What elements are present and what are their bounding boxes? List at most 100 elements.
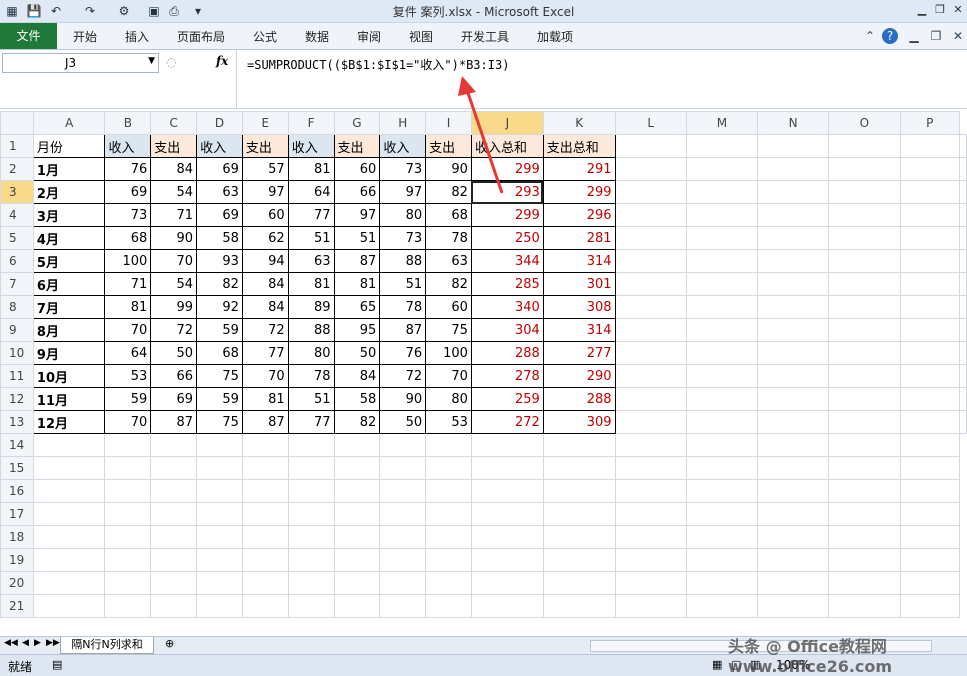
cell[interactable]: [333, 525, 381, 549]
cell[interactable]: [614, 525, 687, 549]
value-cell[interactable]: 54: [150, 180, 198, 204]
cell[interactable]: [333, 456, 381, 480]
minimize-ribbon-icon[interactable]: ⌃: [862, 28, 878, 44]
prev-sheet-icon[interactable]: ◀: [22, 638, 29, 648]
month-cell[interactable]: 9月: [32, 341, 106, 365]
cell[interactable]: [614, 479, 687, 503]
cell[interactable]: [757, 295, 830, 319]
value-cell[interactable]: 76: [379, 341, 427, 365]
cell[interactable]: [150, 548, 198, 572]
cell[interactable]: [287, 433, 335, 457]
cell[interactable]: [32, 433, 106, 457]
cell[interactable]: [287, 525, 335, 549]
tab-addins[interactable]: 加载项: [537, 28, 573, 45]
cell[interactable]: [828, 571, 901, 595]
cell[interactable]: [104, 479, 152, 503]
value-cell[interactable]: 53: [425, 410, 472, 434]
value-cell[interactable]: 82: [196, 272, 243, 296]
cell[interactable]: [241, 571, 289, 595]
value-cell[interactable]: 89: [287, 295, 335, 319]
tab-view[interactable]: 视图: [409, 28, 433, 45]
value-cell[interactable]: 58: [333, 387, 381, 411]
cell[interactable]: [757, 594, 830, 618]
cell[interactable]: [614, 387, 687, 411]
cell[interactable]: [425, 571, 472, 595]
cell[interactable]: [614, 180, 687, 204]
value-cell[interactable]: 64: [104, 341, 152, 365]
cell[interactable]: [470, 433, 544, 457]
value-cell[interactable]: 82: [425, 180, 472, 204]
column-header[interactable]: H: [379, 111, 427, 135]
value-cell[interactable]: 88: [287, 318, 335, 342]
value-cell[interactable]: 272: [470, 410, 544, 434]
cell[interactable]: [614, 364, 687, 388]
value-cell[interactable]: 59: [196, 318, 243, 342]
cell[interactable]: [614, 410, 687, 434]
column-header[interactable]: A: [32, 111, 106, 135]
value-cell[interactable]: 80: [379, 203, 427, 227]
row-header[interactable]: 11: [0, 364, 34, 388]
cell[interactable]: [614, 341, 687, 365]
header-cell[interactable]: 月份: [32, 134, 106, 158]
row-header[interactable]: 3: [0, 180, 34, 204]
value-cell[interactable]: 100: [104, 249, 152, 273]
value-cell[interactable]: 314: [542, 249, 616, 273]
value-cell[interactable]: 314: [542, 318, 616, 342]
cell[interactable]: [757, 571, 830, 595]
value-cell[interactable]: 51: [287, 387, 335, 411]
value-cell[interactable]: 71: [150, 203, 198, 227]
value-cell[interactable]: 78: [379, 295, 427, 319]
value-cell[interactable]: 70: [104, 318, 152, 342]
cell[interactable]: [959, 295, 967, 319]
value-cell[interactable]: 51: [287, 226, 335, 250]
cell[interactable]: [685, 502, 759, 526]
cell[interactable]: [828, 180, 901, 204]
formula-input[interactable]: =SUMPRODUCT(($B$1:$I$1="收入")*B3:I3): [236, 50, 967, 108]
macro-record-icon[interactable]: ▤: [52, 658, 62, 671]
value-cell[interactable]: 299: [470, 157, 544, 181]
cell[interactable]: [614, 433, 687, 457]
cell[interactable]: [196, 548, 243, 572]
sheet-tab[interactable]: 隔N行N列求和: [60, 637, 154, 654]
cell[interactable]: [614, 548, 687, 572]
cell[interactable]: [542, 548, 616, 572]
cell[interactable]: [425, 594, 472, 618]
cell[interactable]: [150, 525, 198, 549]
cell[interactable]: [614, 502, 687, 526]
value-cell[interactable]: 81: [333, 272, 381, 296]
cell[interactable]: [757, 134, 830, 158]
row-header[interactable]: 18: [0, 525, 34, 549]
cell[interactable]: [828, 249, 901, 273]
cell[interactable]: [379, 571, 427, 595]
value-cell[interactable]: 70: [241, 364, 289, 388]
next-sheet-icon[interactable]: ▶: [34, 638, 41, 648]
header-cell[interactable]: 支出: [425, 134, 472, 158]
value-cell[interactable]: 87: [379, 318, 427, 342]
value-cell[interactable]: 71: [104, 272, 152, 296]
cell[interactable]: [685, 318, 759, 342]
cell[interactable]: [685, 571, 759, 595]
cell[interactable]: [379, 548, 427, 572]
name-box[interactable]: J3 ▼: [2, 53, 159, 73]
cell[interactable]: [470, 479, 544, 503]
row-header[interactable]: 21: [0, 594, 34, 618]
cell[interactable]: [379, 479, 427, 503]
cell[interactable]: [685, 410, 759, 434]
cell[interactable]: [899, 203, 960, 227]
value-cell[interactable]: 340: [470, 295, 544, 319]
cell[interactable]: [828, 594, 901, 618]
value-cell[interactable]: 291: [542, 157, 616, 181]
cell[interactable]: [614, 249, 687, 273]
value-cell[interactable]: 99: [150, 295, 198, 319]
value-cell[interactable]: 299: [542, 180, 616, 204]
value-cell[interactable]: 75: [196, 410, 243, 434]
value-cell[interactable]: 309: [542, 410, 616, 434]
cell[interactable]: [287, 594, 335, 618]
cell[interactable]: [32, 456, 106, 480]
cell[interactable]: [614, 594, 687, 618]
header-cell[interactable]: 支出: [150, 134, 198, 158]
cell[interactable]: [196, 479, 243, 503]
cell[interactable]: [959, 180, 967, 204]
cell[interactable]: [899, 134, 960, 158]
cell[interactable]: [614, 571, 687, 595]
